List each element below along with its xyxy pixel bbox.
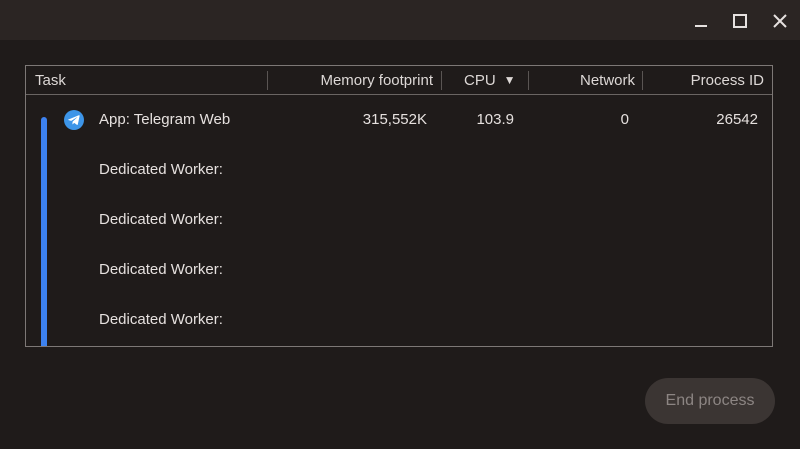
table-row[interactable]: App: Telegram Web 315,552K 103.9 0 26542 <box>26 95 772 145</box>
memory-value: 315,552K <box>362 111 427 128</box>
network-value: 0 <box>620 111 629 128</box>
table-row[interactable]: Dedicated Worker: <box>26 145 772 195</box>
minimize-button[interactable] <box>688 8 714 34</box>
column-header-cpu-label: CPU <box>464 72 496 89</box>
column-header-cpu[interactable]: CPU ▼ <box>464 66 516 94</box>
maximize-icon <box>733 14 747 28</box>
process-id-value: 26542 <box>716 111 758 128</box>
task-name: Dedicated Worker: <box>99 161 223 178</box>
column-separator[interactable] <box>441 71 442 90</box>
end-process-button[interactable]: End process <box>645 378 775 424</box>
close-icon <box>773 14 787 28</box>
minimize-icon <box>695 25 707 27</box>
task-name: App: Telegram Web <box>99 111 231 128</box>
task-name: Dedicated Worker: <box>99 211 223 228</box>
column-header-memory[interactable]: Memory footprint <box>267 66 433 94</box>
task-table: Task Memory footprint CPU ▼ Network Proce… <box>25 65 773 347</box>
maximize-button[interactable] <box>727 8 753 34</box>
table-header: Task Memory footprint CPU ▼ Network Proce… <box>26 66 772 95</box>
cpu-value: 103.9 <box>476 111 514 128</box>
title-bar <box>0 0 800 40</box>
sort-descending-icon: ▼ <box>503 73 516 87</box>
column-header-task[interactable]: Task <box>35 66 66 94</box>
close-button[interactable] <box>767 8 793 34</box>
task-name: Dedicated Worker: <box>99 261 223 278</box>
table-row[interactable]: Dedicated Worker: <box>26 245 772 295</box>
telegram-icon <box>64 110 84 130</box>
column-header-process-id[interactable]: Process ID <box>642 66 764 94</box>
table-row[interactable]: Dedicated Worker: <box>26 295 772 345</box>
column-header-network[interactable]: Network <box>528 66 635 94</box>
task-name: Dedicated Worker: <box>99 311 223 328</box>
table-row[interactable]: Dedicated Worker: <box>26 195 772 245</box>
